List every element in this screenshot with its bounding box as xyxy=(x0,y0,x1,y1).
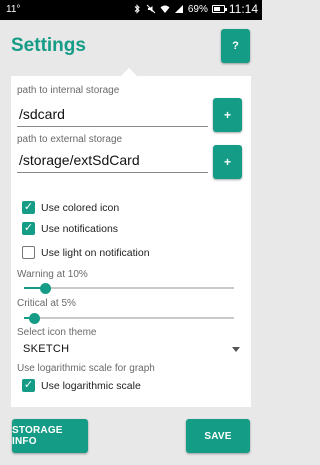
add-internal-path-button[interactable]: + xyxy=(213,98,242,132)
internal-storage-input[interactable]: /sdcard xyxy=(17,103,208,127)
notifications-option[interactable]: ✓ Use notifications xyxy=(22,222,118,235)
theme-select[interactable]: SKETCH xyxy=(17,340,245,358)
warning-slider-thumb[interactable] xyxy=(39,282,51,294)
colored-icon-checkbox[interactable]: ✓ xyxy=(22,201,35,214)
log-scale-checkbox[interactable]: ✓ xyxy=(22,379,35,392)
theme-selected-value: SKETCH xyxy=(23,343,70,355)
notifications-label: Use notifications xyxy=(41,222,119,235)
wifi-icon xyxy=(160,5,170,13)
mute-icon xyxy=(146,4,156,14)
critical-label: Critical at 5% xyxy=(17,298,76,309)
bluetooth-icon xyxy=(134,4,140,14)
page-title: Settings xyxy=(11,35,86,56)
warning-slider[interactable] xyxy=(24,282,234,294)
battery-percent: 69% xyxy=(187,3,208,15)
colored-icon-label: Use colored icon xyxy=(41,201,120,214)
help-button[interactable]: ? xyxy=(221,29,250,63)
save-button[interactable]: SAVE xyxy=(186,419,250,453)
log-scale-checkbox-label: Use logarithmic scale xyxy=(41,379,141,392)
colored-icon-option[interactable]: ✓ Use colored icon xyxy=(22,201,119,214)
log-scale-option[interactable]: ✓ Use logarithmic scale xyxy=(22,379,141,392)
light-notification-checkbox[interactable] xyxy=(22,246,35,259)
warning-label: Warning at 10% xyxy=(17,269,88,280)
dropdown-arrow-icon xyxy=(232,347,240,352)
light-notification-label: Use light on notification xyxy=(41,246,150,259)
status-bar: 11° 69% 11:14 xyxy=(0,0,262,20)
light-notification-option[interactable]: Use light on notification xyxy=(22,246,150,259)
critical-slider[interactable] xyxy=(24,312,234,324)
battery-icon xyxy=(211,5,227,13)
notifications-checkbox[interactable]: ✓ xyxy=(22,222,35,235)
log-scale-label: Use logarithmic scale for graph xyxy=(17,363,155,374)
theme-label: Select icon theme xyxy=(17,327,97,338)
external-storage-label: path to external storage xyxy=(17,134,123,145)
internal-storage-label: path to internal storage xyxy=(17,85,120,96)
temperature-text: 11° xyxy=(6,4,21,15)
signal-icon xyxy=(174,5,183,13)
add-external-path-button[interactable]: + xyxy=(213,145,242,179)
status-icons: 69% 11:14 xyxy=(132,2,258,16)
external-storage-input[interactable]: /storage/extSdCard xyxy=(17,149,208,173)
clock: 11:14 xyxy=(228,2,258,16)
storage-info-button[interactable]: STORAGE INFO xyxy=(12,419,88,453)
critical-slider-thumb[interactable] xyxy=(29,312,40,324)
